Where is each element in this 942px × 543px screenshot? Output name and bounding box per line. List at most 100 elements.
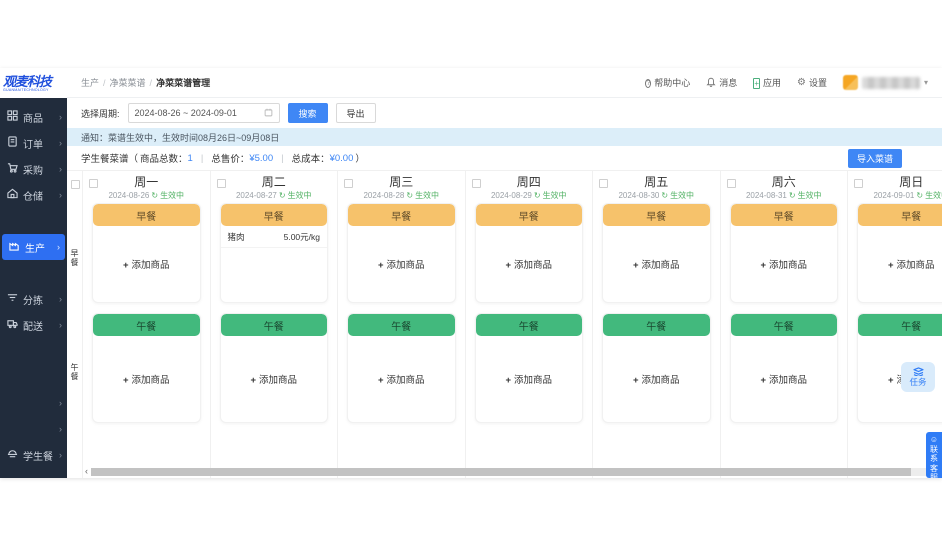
lunch-body: +添加商品 (348, 336, 455, 422)
add-product-button[interactable]: +添加商品 (760, 372, 807, 386)
gear-icon: ⚙ (797, 77, 806, 88)
lunch-header[interactable]: 午餐 (93, 314, 200, 336)
service-label-char: 系 (930, 454, 938, 464)
sidebar-item-label: 采购 (23, 165, 43, 177)
search-button[interactable]: 搜索 (287, 103, 328, 123)
period-label: 选择周期: (81, 108, 120, 119)
day-checkbox[interactable] (854, 179, 863, 188)
lunch-body: +添加商品 (603, 336, 710, 422)
summary-title: 学生餐菜谱 (81, 154, 129, 165)
day-date: 2024-08-31 (745, 191, 787, 200)
topbar-action-bell[interactable]: 消息 (706, 76, 737, 89)
sidebar-item-purchase[interactable]: 采购 › (0, 156, 67, 182)
add-product-button[interactable]: +添加商品 (250, 372, 297, 386)
date-range-value: 2024-08-26 ~ 2024-09-01 (134, 108, 237, 118)
plus-icon: + (760, 260, 767, 271)
plus-icon: + (505, 375, 512, 386)
day-column: 周四 2024-08-29 ↻ 生效中 早餐 + 添加商品 午餐 + 添加商品 (464, 171, 593, 478)
sidebar-item-orders[interactable]: 订单 › (0, 130, 67, 156)
breakfast-header[interactable]: 早餐 (603, 204, 710, 226)
sidebar-item-redacted[interactable] (0, 260, 67, 286)
sidebar-item-student-meal[interactable]: 学生餐 › (0, 442, 67, 468)
task-float-button[interactable]: 任务 (901, 362, 935, 392)
brand-subtitle: GUANMAITECHNOLOGY (3, 87, 49, 92)
add-product-button[interactable]: +添加商品 (123, 372, 170, 386)
customer-service-tab[interactable]: ☺ 联系客服 (926, 432, 942, 478)
add-product-button[interactable]: +添加商品 (760, 257, 807, 271)
day-checkbox[interactable] (216, 179, 226, 188)
summary-bar: 学生餐菜谱 （ 商品总数： 1 | 总售价： ¥5.00 | 总成本： ¥0.0… (67, 146, 942, 170)
plus-icon: + (505, 260, 512, 271)
date-range-input[interactable]: 2024-08-26 ~ 2024-09-01 (127, 103, 280, 123)
sidebar-item-redacted[interactable] (0, 364, 67, 390)
topbar-action-gear[interactable]: ⚙ 设置 (797, 76, 827, 89)
day-date: 2024-08-28 (363, 191, 405, 200)
scrollbar-track[interactable] (91, 467, 928, 476)
user-menu[interactable]: ▾ (842, 75, 928, 90)
lunch-header[interactable]: 午餐 (220, 314, 327, 336)
breakfast-header[interactable]: 早餐 (348, 204, 455, 226)
sidebar-item-goods[interactable]: 商品 › (0, 104, 67, 130)
product-row[interactable]: 猪肉 5.00元/kg (220, 226, 327, 248)
lunch-header[interactable]: 午餐 (348, 314, 455, 336)
day-checkbox[interactable] (599, 179, 608, 188)
chevron-right-icon: › (59, 138, 62, 148)
filter-bar: 选择周期: 2024-08-26 ~ 2024-09-01 搜索 导出 (67, 98, 942, 128)
sidebar-item-delivery[interactable]: 配送 › (0, 312, 67, 338)
sidebar-item-redacted[interactable] (0, 208, 67, 234)
lunch-header[interactable]: 午餐 (475, 314, 582, 336)
warehouse-icon (7, 188, 18, 202)
export-button[interactable]: 导出 (335, 103, 376, 123)
sidebar-item-label: 仓储 (23, 191, 43, 203)
breakfast-header[interactable]: 早餐 (220, 204, 327, 226)
add-product-button[interactable]: +添加商品 (633, 257, 680, 271)
breakfast-header[interactable]: 早餐 (475, 204, 582, 226)
add-product-button[interactable]: +添加商品 (378, 372, 425, 386)
lunch-card: 午餐 +添加商品 (219, 313, 328, 423)
topbar: 生产 / 净菜菜谱 / 净菜菜谱管理 ? 帮助中心 消息 + 应用 ⚙ 设置 ▾ (67, 68, 942, 98)
avatar (842, 75, 858, 90)
add-product-button[interactable]: +添加商品 (505, 372, 552, 386)
breakfast-header[interactable]: 早餐 (730, 204, 837, 226)
sidebar-item-redacted[interactable] (0, 338, 67, 364)
breakfast-card: 早餐 + 添加商品 (347, 203, 456, 303)
add-product-button[interactable]: +添加商品 (505, 257, 552, 271)
day-checkbox[interactable] (344, 179, 353, 188)
select-all-checkbox[interactable] (71, 180, 80, 189)
scrollbar-thumb[interactable] (91, 467, 912, 476)
topbar-action-help[interactable]: ? 帮助中心 (645, 76, 690, 89)
sidebar-item-production[interactable]: 生产 › (2, 234, 65, 260)
lunch-header[interactable]: 午餐 (858, 314, 942, 336)
day-checkbox[interactable] (89, 179, 98, 188)
screen: 观麦科技 GUANMAITECHNOLOGY 商品 › 订单 › 采购 › 仓储… (0, 0, 942, 543)
day-checkbox[interactable] (726, 179, 736, 188)
price-value: ¥5.00 (249, 152, 274, 164)
day-subtitle: 2024-08-31 ↻ 生效中 (730, 190, 839, 201)
horizontal-scrollbar[interactable]: ‹ › (82, 467, 937, 476)
sidebar-item-sorting[interactable]: 分拣 › (0, 286, 67, 312)
sidebar-item-warehouse[interactable]: 仓储 › (0, 182, 67, 208)
purchase-icon (7, 162, 18, 176)
breadcrumb-segment[interactable]: 净菜菜谱 (110, 76, 146, 89)
scroll-left-arrow[interactable]: ‹ (82, 467, 91, 476)
lunch-header[interactable]: 午餐 (603, 314, 710, 336)
add-product-button[interactable]: +添加商品 (888, 257, 935, 271)
breakfast-card: 早餐 + 添加商品 (729, 203, 838, 303)
add-product-button[interactable]: +添加商品 (123, 257, 170, 271)
add-product-button[interactable]: +添加商品 (633, 372, 680, 386)
breadcrumb-segment[interactable]: 生产 (81, 76, 99, 89)
sidebar-item-redacted[interactable]: › (0, 390, 67, 416)
add-product-button[interactable]: +添加商品 (378, 257, 425, 271)
breakfast-header[interactable]: 早餐 (93, 204, 200, 226)
chevron-right-icon: › (59, 398, 62, 408)
lunch-header[interactable]: 午餐 (730, 314, 837, 336)
import-menu-button[interactable]: 导入菜谱 (847, 148, 902, 168)
day-header: 周四 2024-08-29 ↻ 生效中 (471, 171, 584, 203)
sidebar-item-redacted[interactable]: › (0, 416, 67, 442)
day-checkbox[interactable] (471, 179, 481, 188)
count-value: 1 (187, 152, 193, 164)
breakfast-header[interactable]: 早餐 (858, 204, 942, 226)
orders-icon (7, 136, 18, 150)
day-header: 周日 2024-09-01 ↻ 生效中 (854, 171, 942, 203)
topbar-action-apps[interactable]: + 应用 (753, 76, 781, 89)
